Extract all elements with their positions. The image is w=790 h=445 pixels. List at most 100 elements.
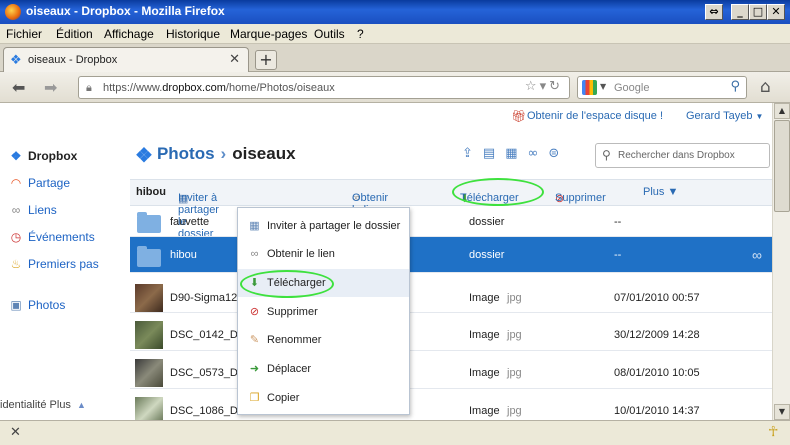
close-tab-icon[interactable]: ✕ bbox=[229, 52, 240, 67]
breadcrumb-current: oiseaux bbox=[232, 144, 296, 163]
context-move[interactable]: ➜ Déplacer bbox=[238, 355, 409, 383]
image-thumbnail bbox=[135, 321, 163, 349]
table-row-selected[interactable]: hibou dossier -- ∞ bbox=[130, 237, 772, 273]
rainbow-icon: ◠ bbox=[10, 176, 22, 190]
context-get-link[interactable]: ∞ Obtenir le lien bbox=[238, 240, 409, 268]
context-copy[interactable]: ❐ Copier bbox=[238, 384, 409, 412]
menu-edition[interactable]: Édition bbox=[56, 27, 93, 41]
tab-label: oiseaux - Dropbox bbox=[28, 54, 118, 66]
menu-bar: Fichier Édition Affichage Historique Mar… bbox=[0, 24, 790, 44]
highlight-ring-download bbox=[452, 178, 544, 206]
sidebar-item-dropbox[interactable]: ❖ Dropbox bbox=[8, 149, 78, 163]
ankh-icon[interactable]: ☥ bbox=[768, 424, 778, 440]
vertical-scrollbar[interactable]: ▲ ▼ bbox=[772, 103, 790, 420]
sidebar-item-photos[interactable]: ▣ Photos bbox=[8, 298, 65, 312]
table-row[interactable]: fauvette dossier -- bbox=[130, 207, 772, 237]
context-share-folder[interactable]: ▦ Inviter à partager le dossier bbox=[238, 212, 409, 240]
window-title-bar: oiseaux - Dropbox - Mozilla Firefox ⇔ _ … bbox=[0, 0, 790, 24]
tab-oiseaux[interactable]: ❖ oiseaux - Dropbox ✕ bbox=[3, 47, 249, 72]
search-engine-placeholder: Google bbox=[614, 82, 650, 94]
clock-icon: ◷ bbox=[10, 230, 22, 244]
close-window-button[interactable]: ✕ bbox=[767, 4, 785, 20]
address-bar[interactable]: 🔒︎ https://www.dropbox.com/home/Photos/o… bbox=[78, 76, 570, 99]
search-engine-dropdown-icon[interactable]: ▼ bbox=[600, 82, 606, 91]
copy-icon: ❐ bbox=[249, 392, 260, 404]
context-menu: ▦ Inviter à partager le dossier ∞ Obteni… bbox=[237, 207, 410, 415]
scroll-up-icon[interactable]: ▲ bbox=[774, 103, 790, 119]
menu-outils[interactable]: Outils bbox=[314, 27, 345, 41]
get-link-icon[interactable]: ∞ bbox=[528, 146, 549, 161]
folder-icon bbox=[137, 212, 161, 233]
search-icon[interactable]: ⚲ bbox=[730, 79, 740, 94]
link-icon: ∞ bbox=[11, 203, 21, 217]
get-space-link[interactable]: Obtenir de l'espace disque ! bbox=[527, 110, 663, 122]
sidebar-item-liens[interactable]: ∞ Liens bbox=[8, 203, 57, 217]
context-rename[interactable]: ✎ Renommer bbox=[238, 326, 409, 354]
cake-icon: ♨ bbox=[10, 257, 22, 271]
menu-help[interactable]: ? bbox=[357, 27, 364, 41]
rename-icon: ✎ bbox=[249, 334, 260, 346]
new-tab-button[interactable]: + bbox=[255, 50, 277, 70]
back-arrow-icon[interactable]: ⬅ bbox=[12, 78, 25, 97]
forward-arrow-icon[interactable]: ➡ bbox=[44, 78, 57, 97]
shared-folder-icon[interactable]: ▦ bbox=[505, 146, 527, 161]
share-link-icon[interactable]: ∞ bbox=[752, 247, 762, 263]
url-text: https://www.dropbox.com/home/Photos/oise… bbox=[103, 82, 335, 94]
tab-bar: ❖ oiseaux - Dropbox ✕ + bbox=[0, 44, 790, 72]
sidebar-item-premiers-pas[interactable]: ♨ Premiers pas bbox=[8, 257, 99, 271]
new-folder-icon[interactable]: ▤ bbox=[483, 146, 505, 161]
table-row[interactable]: DSC_1086_Dx6 Image jpg 10/01/2010 14:37 bbox=[130, 395, 772, 420]
dropbox-favicon-icon: ❖ bbox=[10, 53, 22, 68]
selected-item-name: hibou bbox=[136, 186, 166, 198]
search-icon: ⚲ bbox=[602, 148, 611, 162]
file-action-bar: hibou ▦ Inviter à partager le dossier ∞ … bbox=[130, 179, 772, 240]
more-actions[interactable]: Plus ▼ bbox=[643, 186, 678, 198]
table-row[interactable]: DSC_0142_Dx6 Image jpg 30/12/2009 14:28 bbox=[130, 319, 772, 351]
image-thumbnail bbox=[135, 397, 163, 420]
upload-icon[interactable]: ⇪ bbox=[462, 146, 483, 161]
add-on-bar: ✕ ☥ bbox=[0, 420, 790, 445]
move-icon: ➜ bbox=[249, 363, 260, 375]
deleted-files-icon[interactable]: ⊜ bbox=[548, 146, 569, 161]
bookmark-star-icon[interactable]: ☆▾↻ bbox=[525, 79, 563, 94]
sidebar-item-partage[interactable]: ◠ Partage bbox=[8, 176, 70, 190]
minimize-button[interactable]: _ bbox=[731, 4, 749, 20]
folder-icon bbox=[137, 246, 161, 267]
table-row[interactable]: DSC_0573_Dx6 Image jpg 08/01/2010 10:05 bbox=[130, 357, 772, 389]
table-row[interactable]: D90-Sigma120 Image jpg 07/01/2010 00:57 bbox=[130, 283, 772, 313]
dropbox-search-input[interactable]: ⚲ Rechercher dans Dropbox bbox=[595, 143, 770, 168]
lock-icon: 🔒︎ bbox=[86, 81, 92, 94]
breadcrumb: ❖ Photos › oiseaux bbox=[135, 144, 296, 167]
google-icon[interactable] bbox=[582, 80, 597, 95]
photo-icon: ▣ bbox=[10, 298, 22, 312]
search-engine-bar[interactable]: ▼ Google ⚲ bbox=[577, 76, 747, 99]
dropbox-logo-icon: ❖ bbox=[135, 145, 153, 167]
sidebar-item-evenements[interactable]: ◷ Événements bbox=[8, 230, 95, 244]
user-menu[interactable]: Gerard Tayeb ▼ bbox=[686, 110, 763, 122]
privacy-plus-link[interactable]: identialité Plus ▲ bbox=[0, 399, 86, 411]
scroll-thumb[interactable] bbox=[774, 120, 790, 212]
share-icon: ▦ bbox=[249, 220, 260, 232]
menu-affichage[interactable]: Affichage bbox=[104, 27, 154, 41]
window-title: oiseaux - Dropbox - Mozilla Firefox bbox=[26, 4, 225, 18]
gift-icon: 🎁︎ bbox=[511, 109, 527, 123]
link-icon: ∞ bbox=[250, 248, 259, 260]
image-thumbnail bbox=[135, 359, 163, 387]
home-icon[interactable]: ⌂ bbox=[760, 77, 771, 97]
folder-tool-icons: ⇪▤▦∞⊜ bbox=[462, 146, 569, 161]
navigation-bar: ⬅ ➡ 🔒︎ https://www.dropbox.com/home/Phot… bbox=[0, 72, 790, 103]
delete-icon: ⊘ bbox=[249, 306, 260, 318]
scroll-down-icon[interactable]: ▼ bbox=[774, 404, 790, 420]
menu-marque-pages[interactable]: Marque-pages bbox=[230, 27, 307, 41]
breadcrumb-photos[interactable]: Photos bbox=[157, 144, 215, 163]
firefox-icon bbox=[5, 4, 21, 20]
dropbox-icon: ❖ bbox=[10, 149, 22, 163]
context-delete[interactable]: ⊘ Supprimer bbox=[238, 298, 409, 326]
image-thumbnail bbox=[135, 284, 163, 312]
restore-size-button[interactable]: ⇔ bbox=[705, 4, 723, 20]
maximize-button[interactable]: □ bbox=[749, 4, 767, 20]
close-addon-bar-icon[interactable]: ✕ bbox=[10, 425, 21, 440]
menu-historique[interactable]: Historique bbox=[166, 27, 220, 41]
menu-fichier[interactable]: Fichier bbox=[6, 27, 42, 41]
highlight-ring-context-download bbox=[240, 270, 334, 298]
